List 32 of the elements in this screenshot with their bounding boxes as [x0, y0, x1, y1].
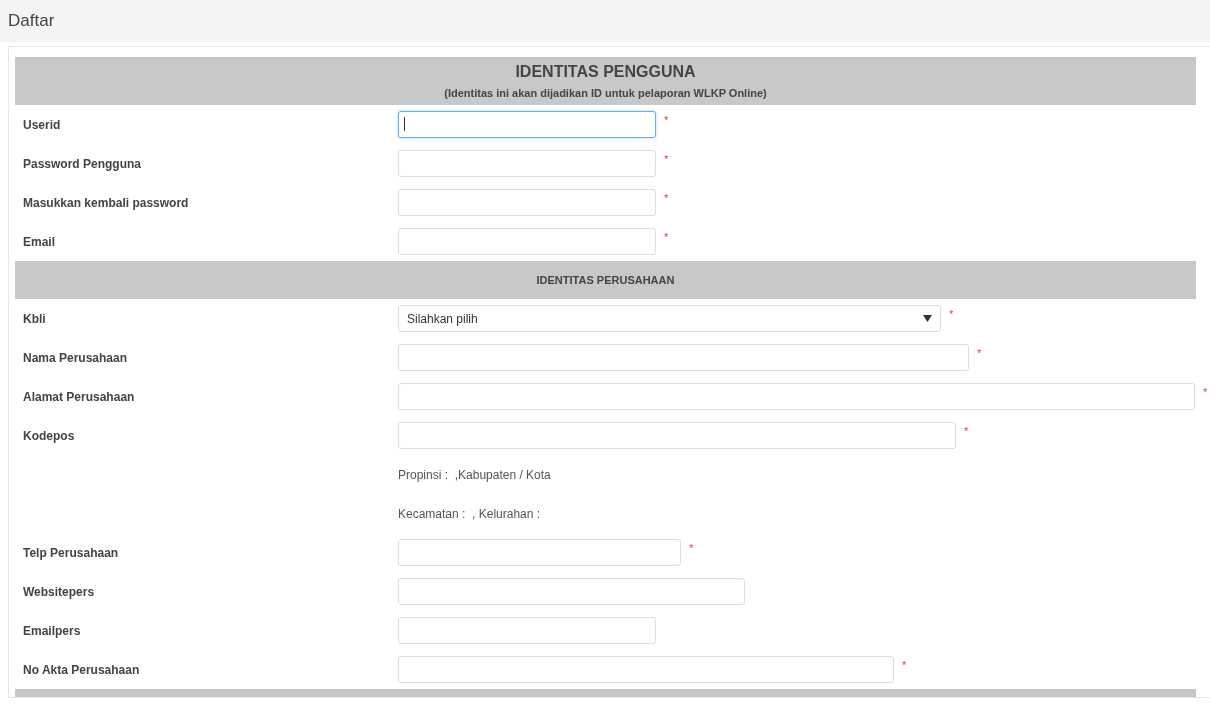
field-label: Emailpers	[22, 623, 82, 638]
field-label: Nama Perusahaan	[22, 350, 129, 365]
field-label: Kodepos	[22, 428, 76, 443]
field-label: No Akta Perusahaan	[22, 662, 141, 677]
required-mark: *	[664, 231, 669, 243]
field-label: Websitepers	[22, 584, 96, 599]
section-subtitle: (Identitas ini akan dijadikan ID untuk pelaporan WLKP Online)	[444, 87, 767, 99]
required-mark: *	[977, 347, 982, 359]
field-label: Telp Perusahaan	[22, 545, 120, 560]
caret-icon	[923, 315, 932, 322]
field-label: Userid	[22, 117, 62, 132]
section-title: IDENTITAS PENGGUNA	[515, 63, 696, 81]
field-label: Email	[22, 234, 56, 249]
select-field[interactable]: Silahkan pilih	[398, 305, 941, 332]
field-label: Kbli	[22, 311, 47, 326]
section-title: IDENTITAS PERUSAHAAN	[536, 274, 675, 286]
text-cursor	[404, 117, 405, 131]
text-field[interactable]	[398, 111, 656, 138]
required-mark: *	[949, 308, 954, 320]
page-title: Daftar	[8, 11, 55, 31]
required-mark: *	[902, 659, 907, 671]
required-mark: *	[1203, 386, 1208, 398]
required-mark: *	[664, 114, 669, 126]
field-label: Password Pengguna	[22, 156, 143, 171]
field-label: Masukkan kembali password	[22, 195, 190, 210]
required-mark: *	[689, 542, 694, 554]
required-mark: *	[964, 425, 969, 437]
location-text: Kecamatan : , Kelurahan :	[398, 506, 541, 521]
location-text: Propinsi : ,Kabupaten / Kota	[398, 467, 551, 482]
required-mark: *	[664, 192, 669, 204]
required-mark: *	[664, 153, 669, 165]
field-label: Alamat Perusahaan	[22, 389, 136, 404]
